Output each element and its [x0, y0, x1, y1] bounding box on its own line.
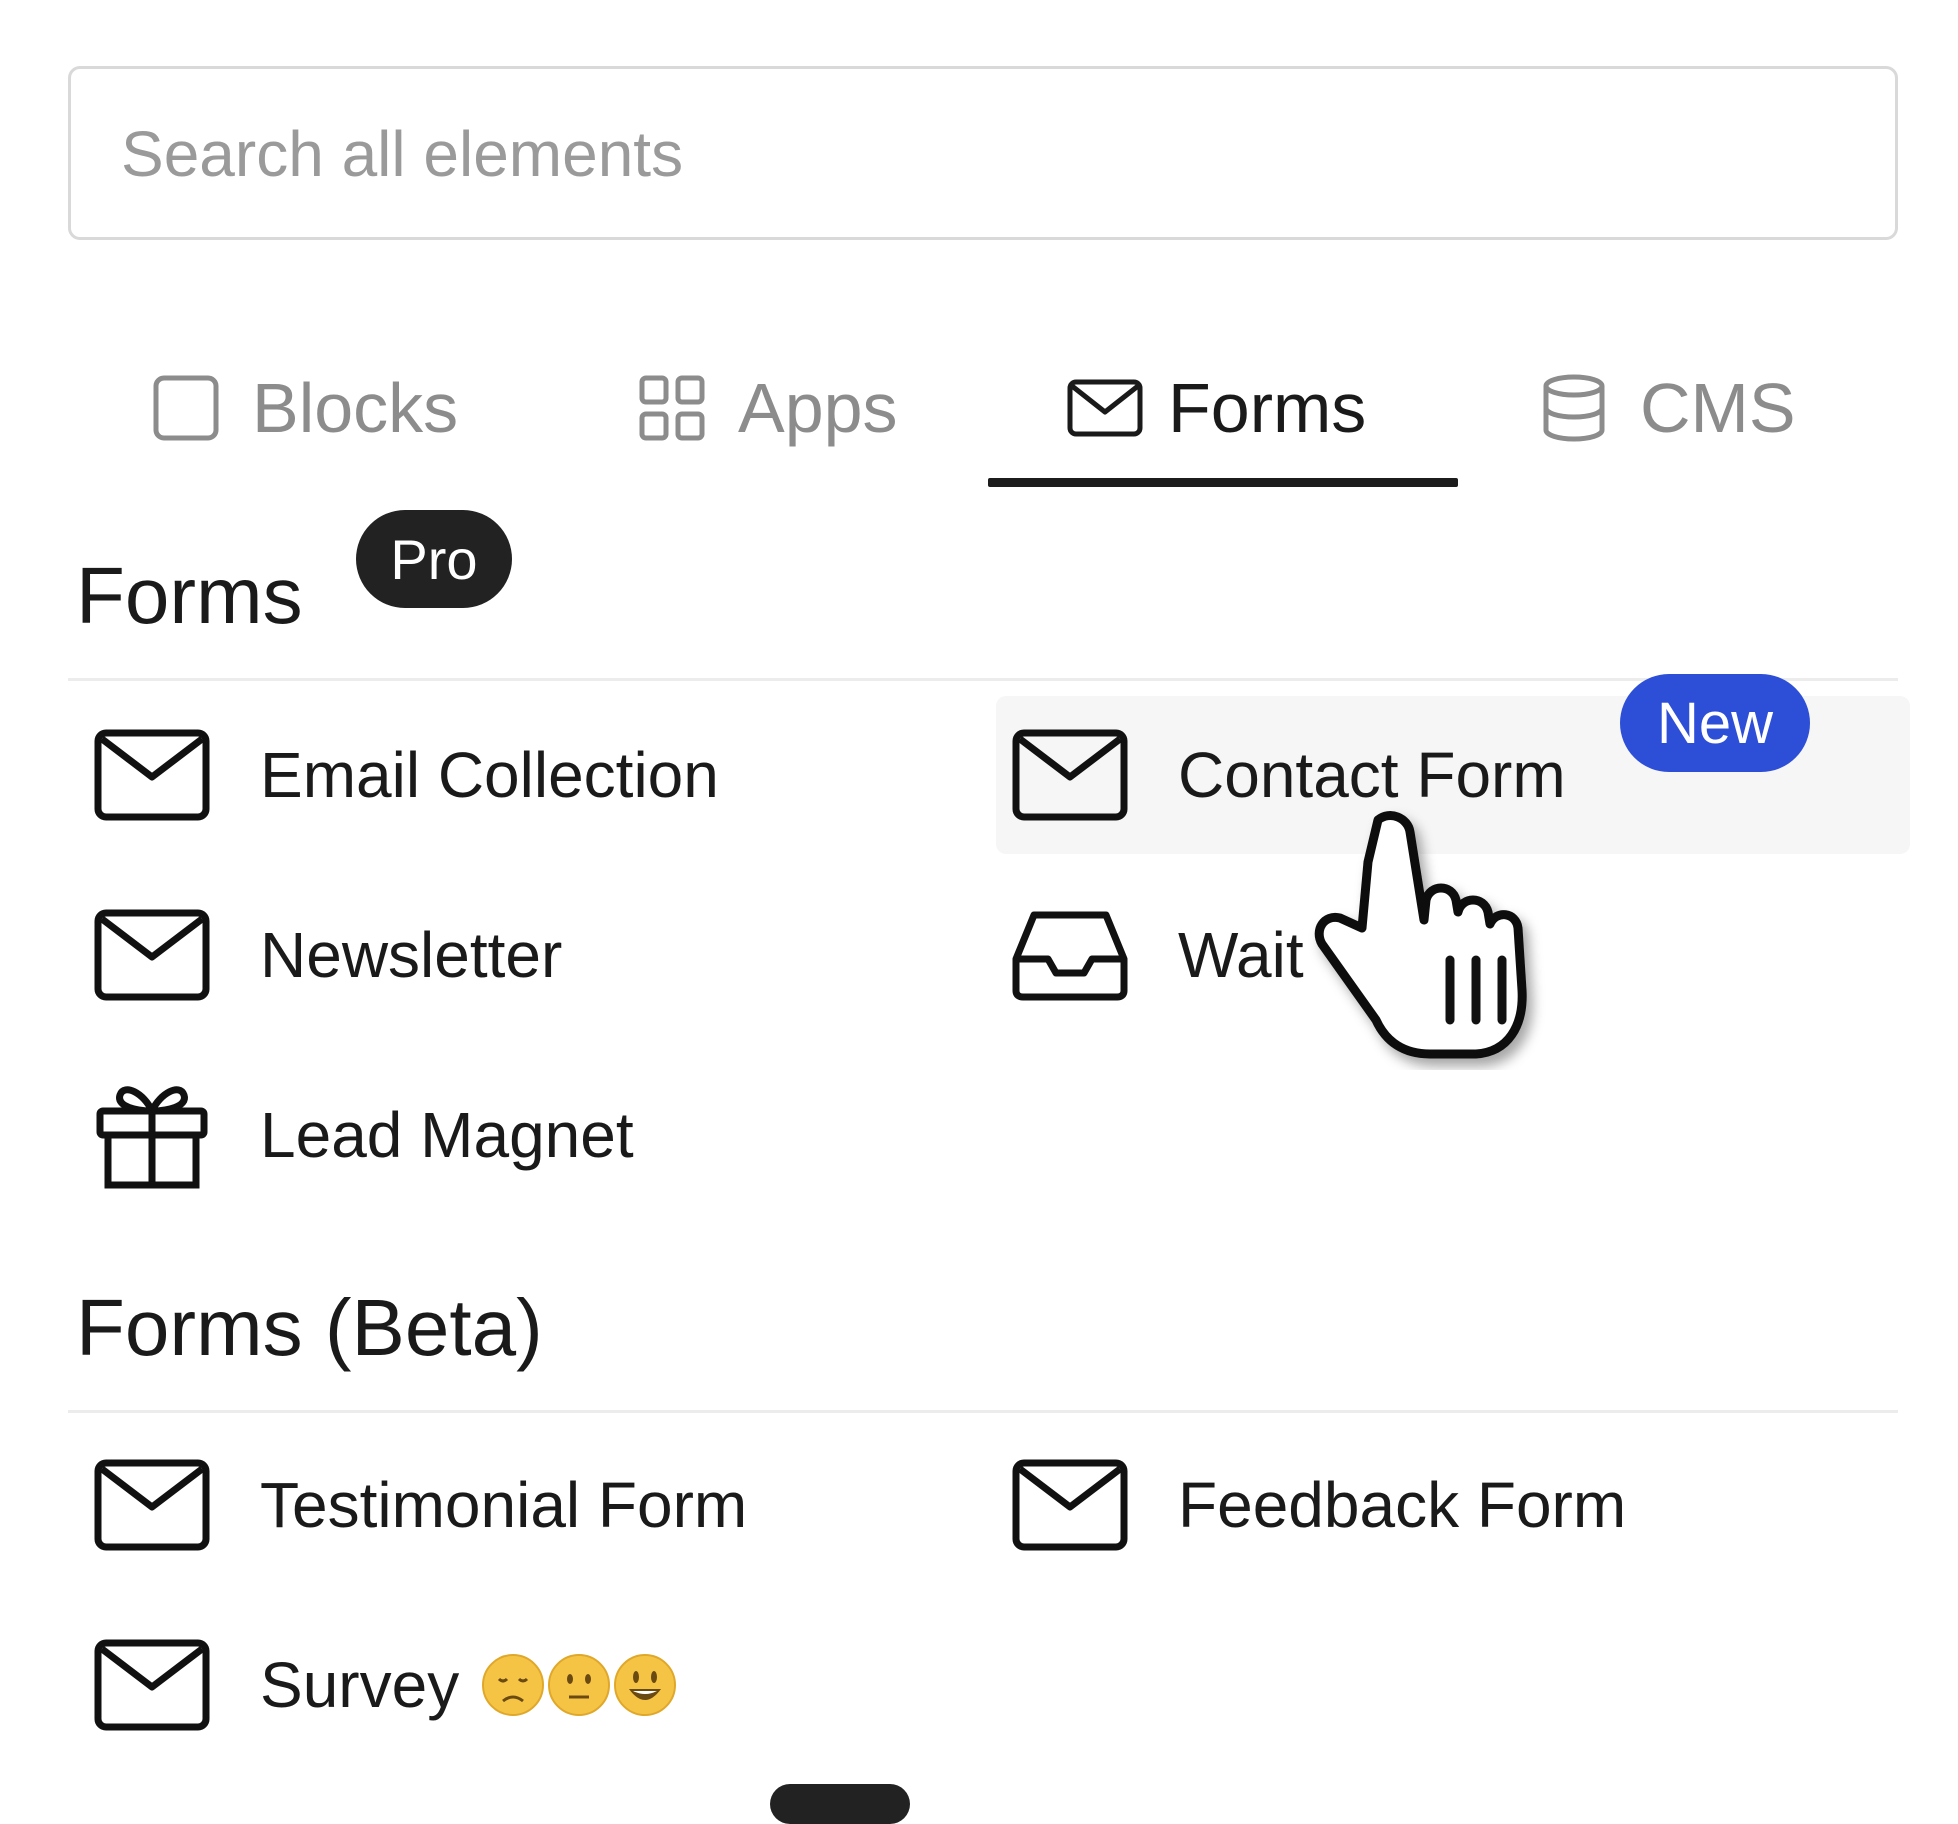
envelope-icon	[94, 907, 210, 1003]
pro-badge: Pro	[356, 510, 512, 608]
item-label: Survey	[260, 1649, 460, 1721]
element-newsletter[interactable]: Newsletter	[68, 880, 948, 1030]
tab-blocks[interactable]: Blocks	[150, 350, 458, 466]
tab-label: Blocks	[252, 369, 459, 447]
item-label: Testimonial Form	[260, 1469, 748, 1541]
element-tabs: Blocks Apps Forms CMS	[68, 330, 1898, 490]
element-waitlist[interactable]: Wait	[996, 880, 1896, 1030]
element-lead-magnet[interactable]: Lead Magnet	[68, 1060, 948, 1210]
section-divider	[68, 1410, 1898, 1413]
tab-label: CMS	[1640, 369, 1796, 447]
inbox-icon	[1012, 907, 1128, 1003]
element-email-collection[interactable]: Email Collection	[68, 700, 948, 850]
element-testimonial-form[interactable]: Testimonial Form	[68, 1430, 948, 1580]
sad-face-icon	[481, 1653, 545, 1717]
square-icon	[150, 372, 222, 444]
item-label: Newsletter	[260, 919, 563, 991]
section-title-forms: Forms	[76, 551, 303, 640]
search-input[interactable]	[119, 69, 1823, 239]
item-label: Contact Form	[1178, 739, 1566, 811]
envelope-icon	[1012, 1457, 1128, 1553]
grid-icon	[636, 372, 708, 444]
envelope-icon	[94, 727, 210, 823]
section-divider	[68, 678, 1898, 681]
neutral-face-icon	[547, 1653, 611, 1717]
tab-label: Apps	[738, 369, 898, 447]
new-badge: New	[1620, 674, 1810, 772]
database-icon	[1538, 372, 1610, 444]
gift-icon	[94, 1086, 210, 1189]
tab-apps[interactable]: Apps	[636, 350, 898, 466]
envelope-icon	[1066, 372, 1143, 444]
item-label: Email Collection	[260, 739, 719, 811]
envelope-icon	[94, 1637, 210, 1733]
search-box[interactable]	[68, 66, 1898, 240]
active-tab-indicator	[988, 478, 1458, 487]
item-label: Feedback Form	[1178, 1469, 1627, 1541]
envelope-icon	[94, 1457, 210, 1553]
bottom-floating-button[interactable]	[770, 1784, 910, 1824]
tab-label: Forms	[1168, 369, 1367, 447]
element-feedback-form[interactable]: Feedback Form	[996, 1430, 1896, 1580]
item-label: Wait	[1178, 919, 1304, 991]
envelope-icon	[1012, 727, 1128, 823]
item-label: Lead Magnet	[260, 1099, 634, 1171]
smiling-face-icon	[613, 1653, 677, 1717]
element-survey[interactable]: Survey	[68, 1610, 948, 1760]
tab-cms[interactable]: CMS	[1538, 350, 1796, 466]
section-title-forms-beta: Forms (Beta)	[76, 1283, 543, 1372]
tab-forms[interactable]: Forms	[1066, 350, 1366, 466]
